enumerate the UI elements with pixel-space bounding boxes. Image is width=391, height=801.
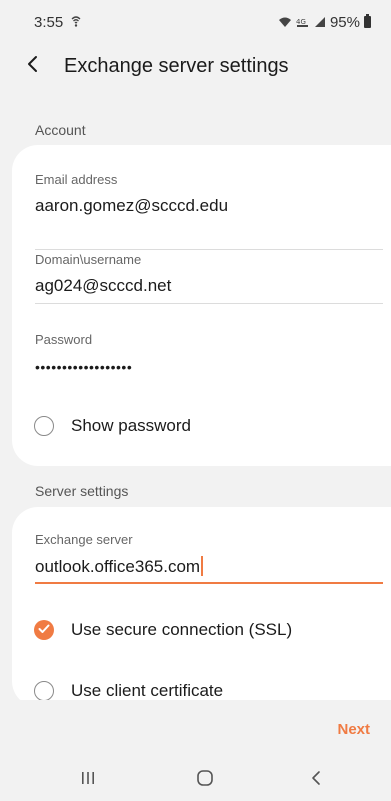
server-card: Exchange server outlook.office365.com Us…: [12, 507, 391, 707]
password-input[interactable]: ••••••••••••••••••: [35, 359, 383, 375]
title-bar: Exchange server settings: [0, 44, 391, 88]
exchange-server-input[interactable]: outlook.office365.com: [35, 556, 383, 577]
notification-icon: [69, 15, 83, 29]
exchange-server-field[interactable]: Exchange server outlook.office365.com: [35, 532, 383, 584]
ssl-label: Use secure connection (SSL): [71, 620, 293, 639]
back-nav-icon: [310, 770, 322, 791]
account-section-header: Account: [35, 122, 86, 138]
battery-percent: 95%: [329, 13, 360, 31]
password-label: Password: [35, 332, 93, 347]
recents-button[interactable]: [68, 767, 108, 793]
email-input[interactable]: aaron.gomez@scccd.edu: [35, 196, 383, 216]
email-label: Email address: [35, 172, 118, 187]
exchange-server-value: outlook.office365.com: [35, 557, 201, 576]
exchange-server-label: Exchange server: [35, 532, 133, 547]
svg-text:4G: 4G: [296, 18, 306, 26]
domain-username-input[interactable]: ag024@scccd.net: [35, 276, 383, 296]
email-field[interactable]: Email address aaron.gomez@scccd.edu: [35, 172, 383, 250]
lte-icon: 4G: [296, 16, 310, 28]
client-certificate-checkbox[interactable]: [34, 681, 54, 701]
password-field[interactable]: Password ••••••••••••••••••: [35, 332, 383, 375]
recents-icon: [80, 770, 96, 791]
battery-icon: [364, 14, 371, 28]
footer-bar: Next: [0, 700, 391, 759]
email-underline: [35, 249, 383, 250]
text-cursor: [201, 556, 204, 576]
domain-username-label: Domain\username: [35, 252, 142, 267]
exchange-server-underline: [35, 582, 383, 584]
client-certificate-label: Use client certificate: [71, 681, 224, 700]
client-certificate-toggle[interactable]: Use client certificate: [34, 681, 223, 701]
next-button[interactable]: Next: [337, 721, 370, 738]
server-section-header: Server settings: [35, 483, 129, 499]
home-icon: [196, 769, 214, 792]
signal-icon: [314, 16, 326, 28]
page-title: Exchange server settings: [64, 54, 289, 77]
status-left: 3:55: [34, 14, 83, 31]
domain-username-underline: [35, 303, 383, 304]
wifi-icon: [278, 16, 292, 28]
show-password-label: Show password: [71, 416, 192, 435]
navigation-bar: [0, 759, 391, 801]
checkmark-icon: [38, 621, 50, 639]
status-right: 4G 95%: [278, 14, 371, 31]
status-bar: 3:55 4G 95%: [0, 0, 391, 44]
show-password-toggle[interactable]: Show password: [34, 416, 191, 436]
back-button[interactable]: [26, 44, 56, 88]
home-button[interactable]: [185, 767, 225, 793]
account-card: Email address aaron.gomez@scccd.edu Doma…: [12, 145, 391, 466]
back-nav-button[interactable]: [296, 767, 336, 793]
show-password-checkbox[interactable]: [34, 416, 54, 436]
status-time: 3:55: [34, 13, 64, 31]
ssl-checkbox[interactable]: [34, 620, 54, 640]
ssl-toggle[interactable]: Use secure connection (SSL): [34, 620, 292, 640]
chevron-left-icon: [26, 55, 40, 78]
domain-username-field[interactable]: Domain\username ag024@scccd.net: [35, 252, 383, 304]
